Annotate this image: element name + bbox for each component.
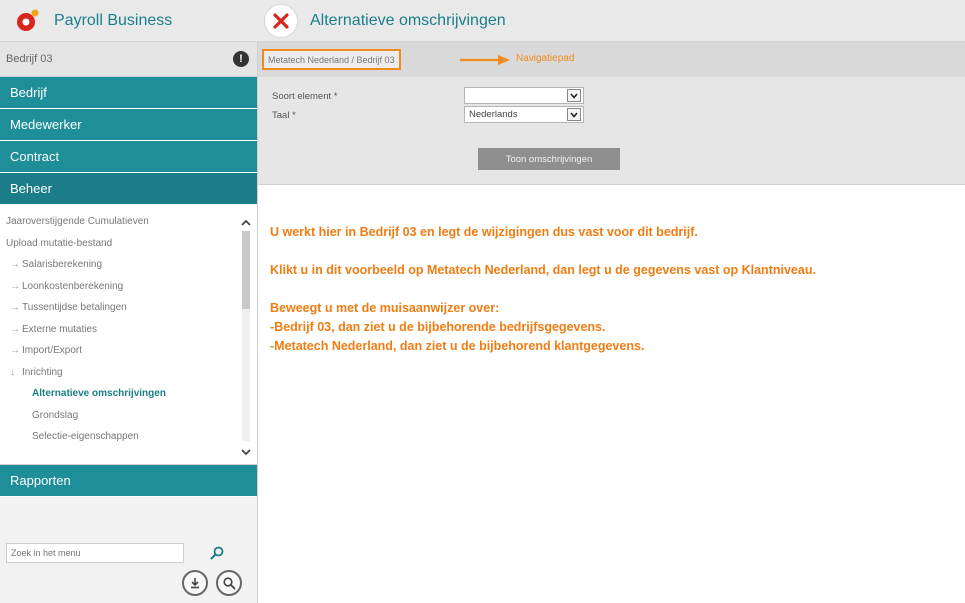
note-line: -Metatech Nederland, dan ziet u de bijbe… — [270, 339, 645, 353]
breadcrumb[interactable]: Metatech Nederland / Bedrijf 03 — [262, 49, 401, 70]
menu-item-grondslag[interactable]: Grondslag — [0, 405, 257, 427]
nav-section-beheer[interactable]: Beheer — [0, 173, 257, 205]
page-title: Alternatieve omschrijvingen — [310, 12, 506, 29]
filter-panel: Soort element * Taal * Nederlands Toon o… — [258, 77, 965, 185]
menu-item-jaaroverstijgende[interactable]: Jaaroverstijgende Cumulatieven — [0, 211, 257, 233]
arrow-right-icon: → — [10, 345, 20, 357]
scroll-track[interactable] — [242, 231, 250, 441]
menu-item-externe-mutaties[interactable]: → Externe mutaties — [0, 319, 257, 341]
scroll-thumb[interactable] — [242, 231, 250, 309]
company-name: Bedrijf 03 — [6, 53, 53, 65]
menu-item-salarisberekening[interactable]: → Salarisberekening — [0, 254, 257, 276]
menu-item-loonkosten[interactable]: → Loonkostenberekening — [0, 276, 257, 298]
element-type-select[interactable] — [464, 87, 584, 104]
menu-item-inrichting[interactable]: ↓ Inrichting — [0, 362, 257, 384]
menu-item-upload[interactable]: Upload mutatie-bestand — [0, 233, 257, 255]
annotation-notes: U werkt hier in Bedrijf 03 en legt de wi… — [258, 185, 965, 356]
bottom-toolbar — [182, 570, 242, 596]
note-line: Klikt u in dit voorbeeld op Metatech Ned… — [270, 263, 816, 277]
sidebar: Bedrijf 03 ! Bedrijf Medewerker Contract… — [0, 42, 258, 603]
company-row[interactable]: Bedrijf 03 ! — [0, 42, 257, 77]
menu-search — [6, 540, 228, 566]
arrow-right-icon: → — [10, 259, 20, 271]
scroll-down-icon[interactable] — [239, 445, 253, 459]
app-window: Payroll Business Alternatieve omschrijvi… — [0, 0, 965, 603]
menu-search-input[interactable] — [6, 543, 184, 563]
top-bar: Payroll Business Alternatieve omschrijvi… — [0, 0, 965, 42]
menu-item-tussentijdse[interactable]: → Tussentijdse betalingen — [0, 297, 257, 319]
nav-section-rapporten[interactable]: Rapporten — [0, 465, 257, 497]
beheer-menu: Jaaroverstijgende Cumulatieven Upload mu… — [0, 205, 257, 465]
menu-list: Jaaroverstijgende Cumulatieven Upload mu… — [0, 205, 257, 448]
brand[interactable]: Payroll Business — [0, 0, 258, 42]
show-descriptions-button[interactable]: Toon omschrijvingen — [478, 148, 620, 170]
close-button[interactable] — [264, 4, 298, 38]
note-line: -Bedrijf 03, dan ziet u de bijbehorende … — [270, 320, 606, 334]
download-icon[interactable] — [182, 570, 208, 596]
main-content: Metatech Nederland / Bedrijf 03 Navigati… — [258, 42, 965, 603]
language-select[interactable]: Nederlands — [464, 106, 584, 123]
nav-section-medewerker[interactable]: Medewerker — [0, 109, 257, 141]
annotation-arrow-icon — [460, 55, 510, 65]
help-icon[interactable] — [216, 570, 242, 596]
note-line: Beweegt u met de muisaanwijzer over: — [270, 301, 500, 315]
page-header: Alternatieve omschrijvingen — [258, 0, 506, 42]
arrow-down-icon: ↓ — [10, 366, 15, 378]
language-value: Nederlands — [469, 109, 518, 120]
brand-name: Payroll Business — [54, 12, 173, 29]
language-label: Taal * — [272, 110, 296, 121]
search-icon[interactable] — [206, 542, 228, 564]
info-icon[interactable]: ! — [233, 51, 249, 67]
dropdown-icon[interactable] — [567, 108, 581, 121]
menu-item-selectie-eigenschappen[interactable]: Selectie-eigenschappen — [0, 426, 257, 448]
scroll-up-icon[interactable] — [239, 215, 253, 229]
note-line: U werkt hier in Bedrijf 03 en legt de wi… — [270, 225, 698, 239]
arrow-right-icon: → — [10, 302, 20, 314]
nav-section-contract[interactable]: Contract — [0, 141, 257, 173]
dropdown-icon[interactable] — [567, 89, 581, 102]
close-x-icon — [273, 13, 289, 29]
breadcrumb-bar: Metatech Nederland / Bedrijf 03 Navigati… — [258, 42, 965, 77]
payroll-logo-icon — [14, 8, 40, 34]
menu-item-import-export[interactable]: → Import/Export — [0, 340, 257, 362]
arrow-right-icon: → — [10, 323, 20, 335]
breadcrumb-annotation: Navigatiepad — [516, 53, 575, 64]
menu-item-alternatieve-omschrijvingen[interactable]: Alternatieve omschrijvingen — [0, 383, 257, 405]
element-type-label: Soort element * — [272, 91, 338, 102]
arrow-right-icon: → — [10, 280, 20, 292]
nav-section-bedrijf[interactable]: Bedrijf — [0, 77, 257, 109]
menu-scrollbar[interactable] — [239, 211, 253, 459]
